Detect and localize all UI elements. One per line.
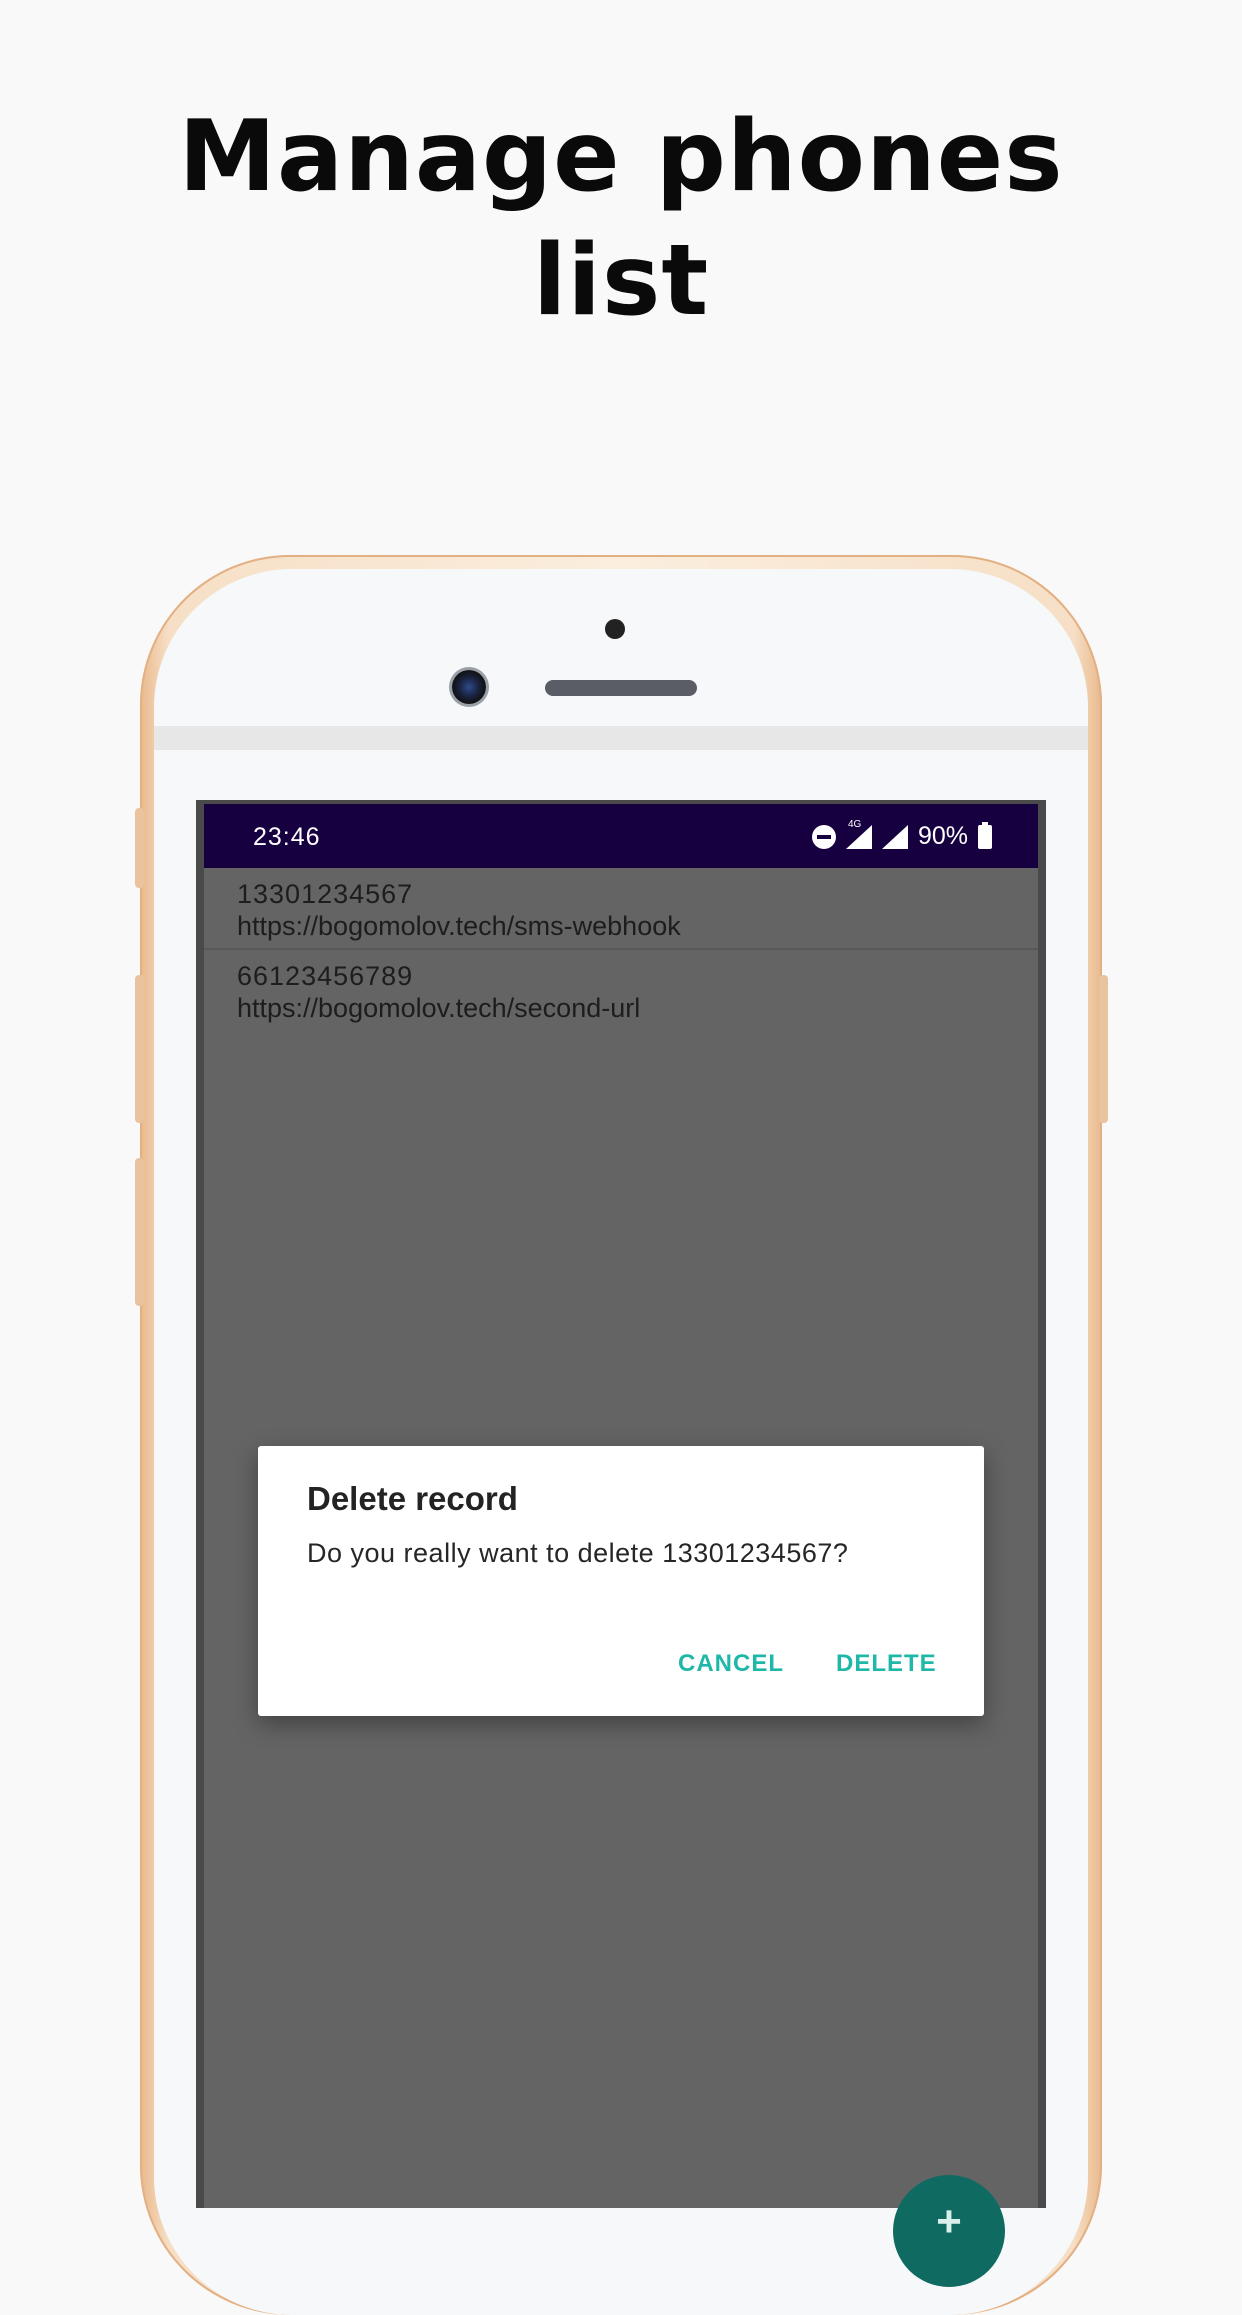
phone-power-button [1099,975,1108,1123]
list-item[interactable]: 13301234567 https://bogomolov.tech/sms-w… [204,878,1038,942]
phone-volume-up-button [135,975,144,1123]
record-url: https://bogomolov.tech/second-url [237,993,641,1023]
front-camera [452,670,486,704]
delete-button[interactable]: DELETE [836,1650,937,1678]
network-type-label: 4G [847,818,862,830]
status-time: 23:46 [253,823,321,851]
mobile-signal-icon: 4G [845,819,872,849]
earpiece-speaker [545,680,697,696]
list-divider [204,948,1038,950]
status-icons: 4G 90% [811,819,992,851]
promo-headline: Manage phones list [0,95,1242,343]
roaming-signal-icon [881,824,908,849]
record-url: https://bogomolov.tech/sms-webhook [237,911,681,941]
record-phone: 66123456789 [237,961,414,991]
record-phone: 13301234567 [237,879,414,909]
headline-line-2: list [532,224,710,338]
proximity-sensor [605,619,625,639]
list-item[interactable]: 66123456789 https://bogomolov.tech/secon… [204,960,1038,1024]
headline-line-1: Manage phones [178,100,1064,214]
cancel-button[interactable]: CANCEL [678,1650,784,1678]
battery-percent: 90% [917,822,968,850]
status-bar: 23:46 4G 90% [204,804,1038,868]
plus-icon: + [936,2197,962,2246]
phone-band [154,726,1088,750]
add-record-button[interactable]: + [893,2175,1005,2287]
dialog-message: Do you really want to delete 13301234567… [307,1538,849,1568]
do-not-disturb-icon [811,824,836,849]
battery-icon [978,821,992,849]
dialog-title: Delete record [307,1480,518,1517]
phone-volume-down-button [135,1158,144,1306]
delete-confirm-dialog: Delete record Do you really want to dele… [258,1446,984,1716]
phone-side-button-top [135,808,144,888]
